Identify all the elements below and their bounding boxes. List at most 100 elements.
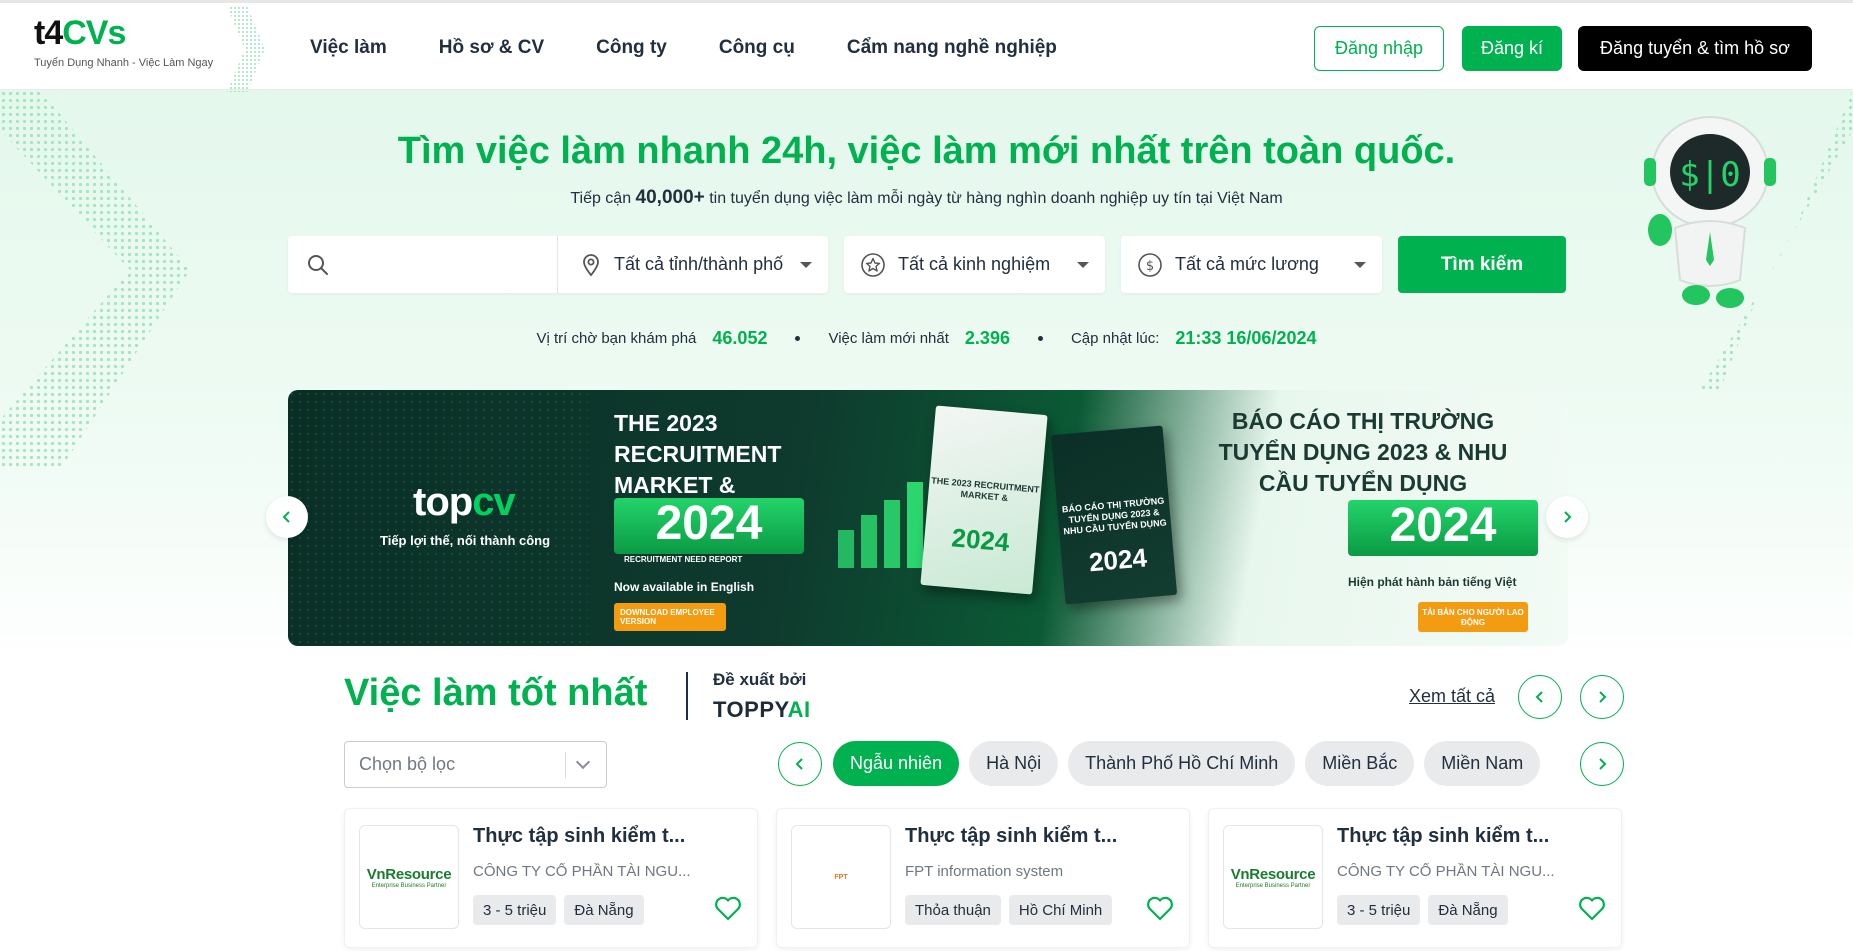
toppy-ai-brand: TOPPYAI [713,697,811,723]
logo-chevron-decoration [227,6,265,92]
jobs-next-button[interactable] [1580,675,1624,719]
nav-jobs[interactable]: Việc làm [310,37,387,59]
banner-next-button[interactable] [1546,496,1588,538]
job-salary-tag: Thỏa thuận [905,895,1001,925]
company-logo: VnResource Enterprise Business Partner [1223,825,1323,929]
banner-logo-top: top [413,480,473,524]
job-company[interactable]: CÔNG TY CỔ PHẦN TÀI NGU... [473,863,733,880]
promo-banner[interactable]: topcv Tiếp lợi thế, nối thành công THE 2… [288,390,1568,646]
location-chips: Ngẫu nhiên Hà Nội Thành Phố Hồ Chí Minh … [833,741,1541,786]
logo-prefix: t4 [34,14,63,52]
register-button[interactable]: Đăng kí [1462,26,1562,71]
job-company[interactable]: CÔNG TY CỔ PHẦN TÀI NGU... [1337,863,1597,880]
see-all-link[interactable]: Xem tất cả [1409,686,1495,707]
stat-separator [795,336,801,341]
job-salary-tag: 3 - 5 triệu [473,895,557,925]
chip-south[interactable]: Miền Nam [1424,741,1541,786]
job-title[interactable]: Thực tập sinh kiểm t... [905,825,1177,848]
chip-north[interactable]: Miền Bắc [1305,741,1415,786]
main-nav: Việc làm Hồ sơ & CV Công ty Công cụ Cẩm … [310,3,1057,93]
hero-sub-prefix: Tiếp cận [570,190,636,207]
caret-down-icon [1354,261,1366,268]
experience-select[interactable]: Tất cả kinh nghiệm [844,236,1105,293]
chip-hcm[interactable]: Thành Phố Hồ Chí Minh [1068,741,1296,786]
nav-profile-cv[interactable]: Hồ sơ & CV [439,37,544,59]
hero-section: Tìm việc làm nhanh 24h, việc làm mới nhấ… [0,90,1853,670]
chip-hanoi[interactable]: Hà Nội [969,741,1059,786]
employer-button[interactable]: Đăng tuyển & tìm hồ sơ [1578,26,1812,71]
login-button[interactable]: Đăng nhập [1314,26,1444,71]
logo-tagline: Tuyển Dụng Nhanh - Việc Làm Ngay [34,57,214,69]
hero-sub-suffix: tin tuyển dụng việc làm mỗi ngày từ hàng… [704,190,1283,207]
banner-logo-cv: cv [472,480,515,524]
book-en-title: THE 2023 RECRUITMENT MARKET & [930,475,1040,504]
job-location-tag: Đà Nẵng [1428,895,1508,925]
salary-select-value: Tất cả mức lương [1175,254,1319,274]
toppy-prefix: TOPPY [713,697,788,722]
location-select-value: Tất cả tỉnh/thành phố [614,254,784,274]
section-title: Việc làm tốt nhất [344,672,648,714]
stat-updated-label: Cập nhật lúc: [1070,330,1160,347]
section-divider [686,672,688,720]
job-card[interactable]: VnResource Enterprise Business Partner T… [344,808,758,948]
banner-heading-vi: BÁO CÁO THỊ TRƯỜNG TUYỂN DỤNG 2023 & NHU… [1218,408,1508,496]
banner-year-vi: 2024 [1348,500,1538,556]
search-box: Tất cả tỉnh/thành phố [288,236,828,293]
company-logo: VnResource Enterprise Business Partner [359,825,459,929]
nav-career-guide[interactable]: Cẩm nang nghề nghiệp [847,37,1057,59]
stat-separator [1037,336,1043,341]
nav-companies[interactable]: Công ty [596,37,667,59]
banner-available-vi: Hiện phát hành bản tiếng Việt [1348,575,1517,589]
heart-icon[interactable] [1577,893,1607,923]
search-icon [308,254,328,275]
filter-placeholder: Chọn bộ lọc [359,754,456,774]
banner-available-en: Now available in English [614,580,755,594]
company-logo: FPT [791,825,891,929]
site-logo[interactable]: t4CVs Tuyển Dụng Nhanh - Việc Làm Ngay [34,15,234,69]
svg-text:$: $ [1146,259,1154,274]
stat-newest-value: 2.396 [964,328,1010,348]
logo-cv: CVs [62,14,126,52]
stat-updated-value: 21:33 16/06/2024 [1175,328,1317,348]
banner-download-vi-button[interactable]: TẢI BẢN CHO NGƯỜI LAO ĐỘNG [1418,602,1528,632]
chevron-right-icon [1599,758,1607,770]
location-pin-icon [583,253,599,276]
filter-select[interactable]: Chọn bộ lọc [344,741,607,788]
caret-down-icon [1077,261,1089,268]
chevron-left-icon [1535,691,1543,703]
filter-separator [565,751,566,778]
banner-prev-button[interactable] [266,496,308,538]
job-card[interactable]: VnResource Enterprise Business Partner T… [1208,808,1622,948]
chevron-left-icon [795,758,803,770]
job-company[interactable]: FPT information system [905,863,1165,880]
chips-prev-button[interactable] [778,742,822,786]
jobs-prev-button[interactable] [1518,675,1562,719]
heart-icon[interactable] [713,893,743,923]
job-tags: 3 - 5 triệu Đà Nẵng [473,895,644,925]
book-vi-year: 2024 [1087,542,1149,578]
company-logo-text: FPT [834,873,848,881]
job-location-tag: Hồ Chí Minh [1008,895,1113,925]
banner-download-en-button[interactable]: DOWNLOAD EMPLOYEE VERSION [614,603,726,631]
salary-select[interactable]: $ Tất cả mức lương [1121,236,1382,293]
job-title[interactable]: Thực tập sinh kiểm t... [1337,825,1609,848]
heart-icon[interactable] [1145,893,1175,923]
stat-newest-label: Việc làm mới nhất [828,330,949,347]
location-select[interactable]: Tất cả tỉnh/thành phố [558,236,828,293]
nav-tools[interactable]: Công cụ [719,37,795,59]
search-button[interactable]: Tìm kiếm [1398,236,1566,293]
job-location-tag: Đà Nẵng [564,895,644,925]
book-en-year: 2024 [950,522,1011,558]
chips-next-button[interactable] [1580,742,1624,786]
job-tags: 3 - 5 triệu Đà Nẵng [1337,895,1508,925]
hero-subtitle: Tiếp cận 40,000+ tin tuyển dụng việc làm… [0,187,1853,209]
company-logo-sub: Enterprise Business Partner [1235,882,1311,889]
job-title[interactable]: Thực tập sinh kiểm t... [473,825,745,848]
banner-year-en: 2024 [614,498,804,554]
dollar-icon: $ [1138,252,1162,277]
search-input[interactable] [342,244,542,285]
chip-random[interactable]: Ngẫu nhiên [833,741,960,786]
job-card[interactable]: FPT Thực tập sinh kiểm t... FPT informat… [776,808,1190,948]
job-salary-tag: 3 - 5 triệu [1337,895,1421,925]
toppy-ai-suffix: AI [787,697,811,722]
